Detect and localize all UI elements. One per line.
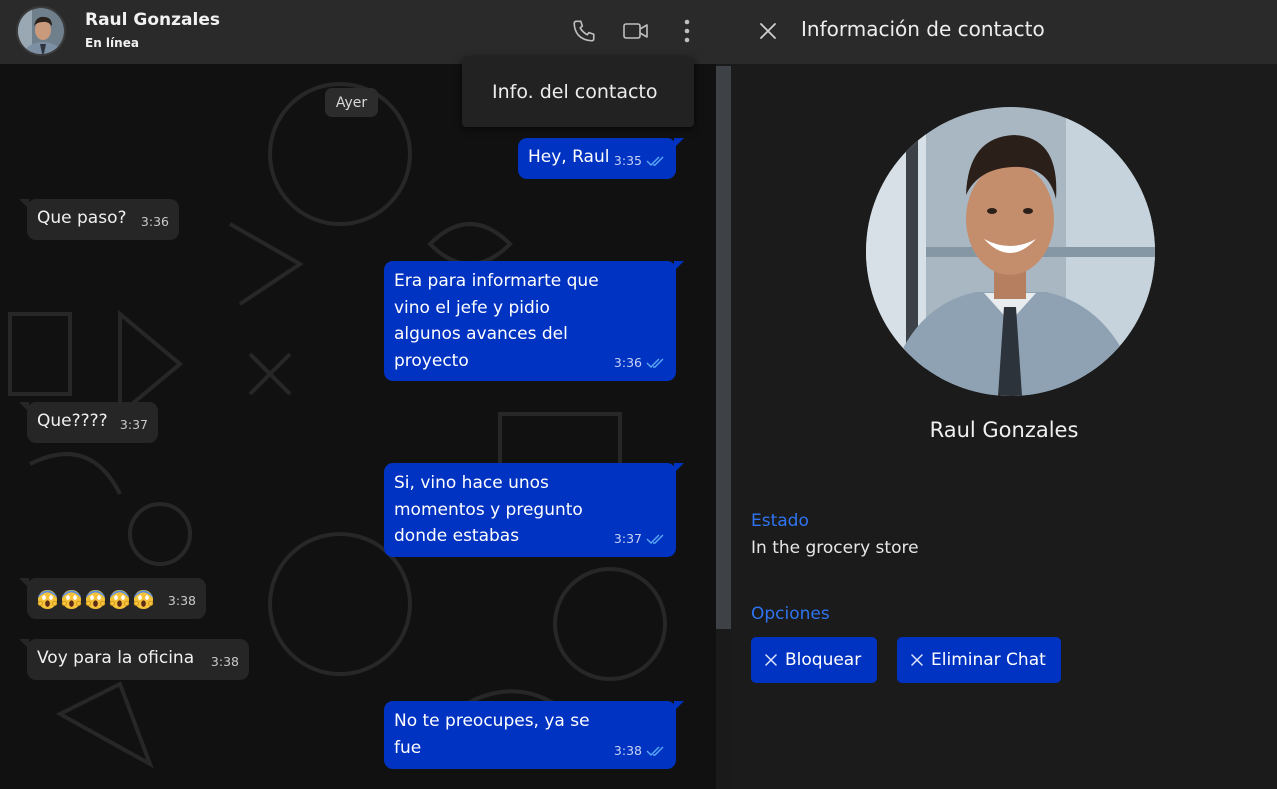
- close-icon: [911, 654, 923, 666]
- avatar[interactable]: [16, 6, 66, 56]
- message-outgoing[interactable]: Si, vino hace unos momentos y pregunto d…: [384, 463, 684, 557]
- profile-name: Raul Gonzales: [929, 418, 1079, 442]
- message-time: 3:35: [613, 152, 642, 168]
- delete-chat-button[interactable]: Eliminar Chat: [897, 637, 1061, 683]
- face-screaming-in-fear-icon: [109, 589, 130, 609]
- message-text: Voy para la oficina: [37, 648, 195, 668]
- read-ticks-icon: [646, 746, 664, 756]
- message-outgoing[interactable]: No te preocupes, ya se fue 3:38: [384, 701, 684, 769]
- face-screaming-in-fear-icon: [85, 589, 106, 609]
- message-meta: 3:38: [614, 738, 666, 765]
- message-outgoing[interactable]: Hey, Raul 3:35: [518, 138, 684, 179]
- message-meta: 3:36: [141, 209, 169, 236]
- close-icon[interactable]: [754, 17, 782, 45]
- message-line: No te preocupes, ya se: [394, 711, 590, 731]
- block-button-label: Bloquear: [785, 650, 862, 670]
- message-meta: 3:37: [120, 412, 148, 439]
- read-ticks-icon: [646, 534, 664, 544]
- options-label: Opciones: [751, 604, 830, 624]
- message-time: 3:37: [613, 530, 642, 546]
- read-ticks-icon: [646, 156, 664, 166]
- message-line: momentos y pregunto: [394, 499, 583, 520]
- profile-photo[interactable]: [866, 107, 1155, 396]
- delete-chat-button-label: Eliminar Chat: [931, 650, 1046, 670]
- contact-name[interactable]: Raul Gonzales: [85, 10, 220, 30]
- date-separator: Ayer: [325, 88, 378, 117]
- chat-header: Raul Gonzales En línea: [0, 0, 731, 64]
- menu-item-contact-info[interactable]: Info. del contacto: [492, 81, 658, 103]
- face-screaming-in-fear-icon: [133, 589, 154, 609]
- read-ticks-icon: [646, 358, 664, 368]
- chat-scrollbar-thumb[interactable]: [716, 66, 731, 629]
- message-line: vino el jefe y pidio: [394, 297, 550, 318]
- status-value: In the grocery store: [751, 538, 919, 558]
- message-time: 3:36: [613, 354, 642, 370]
- message-line: Era para informarte que: [394, 271, 599, 291]
- message-outgoing[interactable]: Era para informarte que vino el jefe y p…: [384, 261, 684, 381]
- block-button[interactable]: Bloquear: [751, 637, 877, 683]
- message-time: 3:38: [613, 742, 642, 758]
- message-time: 3:38: [167, 592, 196, 608]
- message-incoming[interactable]: Que paso? 3:36: [19, 199, 179, 240]
- message-meta: 3:36: [614, 350, 666, 377]
- close-icon: [765, 654, 777, 666]
- message-meta: 3:35: [614, 148, 666, 175]
- message-time: 3:36: [140, 213, 169, 229]
- message-incoming[interactable]: Voy para la oficina 3:38: [19, 639, 249, 680]
- message-meta: 3:38: [168, 588, 196, 615]
- message-meta: 3:37: [614, 526, 666, 553]
- emoji-row: [37, 589, 154, 610]
- phone-icon[interactable]: [569, 16, 599, 46]
- message-line: Si, vino hace unos: [394, 473, 549, 493]
- options-dropdown: Info. del contacto: [462, 57, 694, 127]
- contact-info-panel: Información de contacto Raul Gonzales Es…: [731, 0, 1277, 789]
- message-incoming[interactable]: Que???? 3:37: [19, 402, 158, 443]
- message-meta: 3:38: [211, 649, 239, 676]
- online-status: En línea: [85, 36, 139, 50]
- face-screaming-in-fear-icon: [61, 589, 82, 609]
- status-label: Estado: [751, 511, 809, 531]
- message-time: 3:38: [210, 653, 239, 669]
- video-call-icon[interactable]: [621, 16, 651, 46]
- message-time: 3:37: [119, 416, 148, 432]
- more-options-icon[interactable]: [672, 16, 702, 46]
- panel-title: Información de contacto: [801, 17, 1045, 41]
- face-screaming-in-fear-icon: [37, 589, 58, 609]
- message-incoming[interactable]: 3:38: [19, 578, 206, 619]
- contact-info-header: Información de contacto: [731, 0, 1277, 64]
- message-line: algunos avances del: [394, 324, 568, 344]
